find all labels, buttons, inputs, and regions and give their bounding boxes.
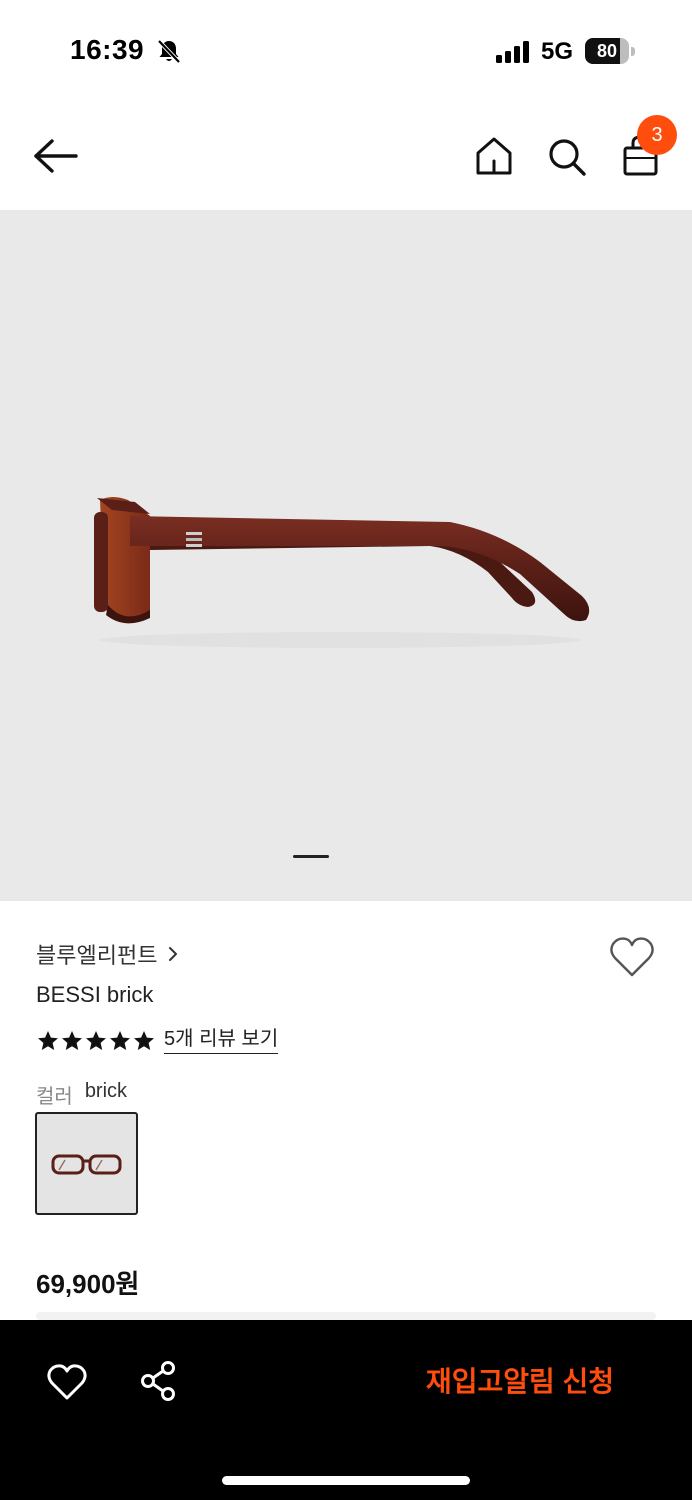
bottom-action-bar: 재입고알림 신청 [0,1320,692,1500]
cellular-signal-icon [496,41,529,63]
product-image-gallery[interactable] [0,210,692,901]
nav-bar [0,100,692,210]
color-value: brick [84,1080,128,1102]
battery-icon: 80 [585,38,635,64]
status-bar: 16:39 5G 80 [0,0,692,100]
section-divider [36,1312,656,1320]
product-name: BESSI brick [36,982,154,1007]
star-icon [62,1031,82,1050]
network-label: 5G [541,38,574,65]
rating-row: 5개 리뷰 보기 [36,1028,279,1054]
cart-count-badge: 3 [637,115,677,155]
product-price: 69,900원 [36,1269,140,1299]
heart-icon[interactable] [608,935,656,979]
review-link[interactable]: 5개 리뷰 보기 [164,1028,279,1054]
color-label: 컬러 [36,1086,73,1108]
rating-stars [36,1029,156,1053]
bell-slash-icon [157,39,181,64]
gallery-page-indicator [293,855,329,858]
home-indicator[interactable] [222,1476,470,1485]
restock-alert-button[interactable]: 재입고알림 신청 [400,1354,640,1410]
glasses-thumbnail-icon [51,1154,122,1175]
back-arrow-icon[interactable] [30,134,82,178]
glasses-side-view-image [94,497,590,648]
heart-icon[interactable] [46,1362,88,1402]
color-row: 컬러 brick [36,1080,127,1109]
chevron-right-icon [169,947,178,961]
brand-name: 블루엘리펀트 [36,943,158,968]
status-time: 16:39 [70,34,145,65]
battery-label: 80 [596,41,618,61]
share-icon[interactable] [138,1360,178,1402]
brand-link[interactable]: 블루엘리펀트 [36,938,179,970]
star-icon [86,1031,106,1050]
star-icon [38,1031,58,1050]
home-icon[interactable] [472,134,516,178]
star-icon [110,1031,130,1050]
star-icon [134,1031,154,1050]
color-swatch-selected[interactable] [35,1112,138,1215]
search-icon[interactable] [544,134,588,178]
